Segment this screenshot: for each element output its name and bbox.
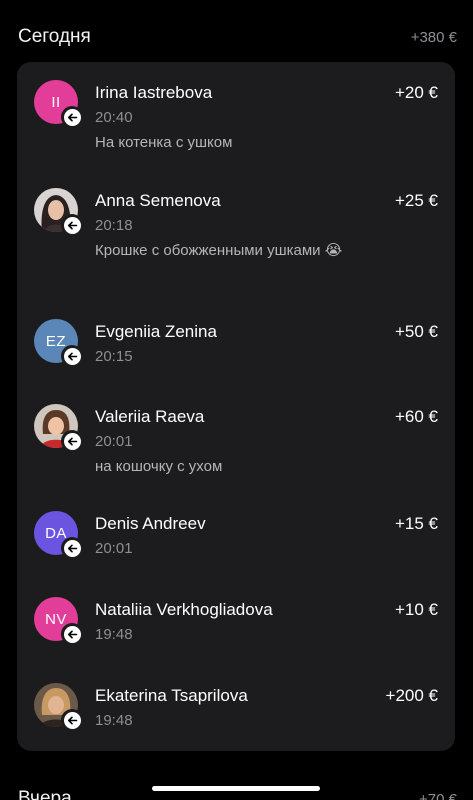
- section-title: Сегодня: [18, 26, 91, 47]
- sender-name: Denis Andreev: [95, 514, 206, 533]
- transaction-amount: +50 €: [394, 322, 438, 341]
- section-title: Вчера: [18, 788, 72, 800]
- incoming-arrow-icon: [61, 345, 83, 367]
- sender-name: Ekaterina Tsaprilova: [95, 686, 248, 705]
- transaction-time: 20:18: [95, 217, 133, 234]
- transaction-amount: +15 €: [394, 514, 438, 533]
- sender-name: Irina Iastrebova: [95, 83, 213, 102]
- home-indicator[interactable]: [152, 786, 320, 791]
- transaction-row[interactable]: Ekaterina Tsaprilova 19:48 +200 €: [17, 678, 455, 758]
- transaction-amount: +20 €: [394, 83, 438, 102]
- transaction-note: Крошке с обожженными ушками 😭: [95, 242, 343, 259]
- transactions-card: II Irina Iastrebova 20:40 На котенка с у…: [17, 62, 455, 751]
- transaction-time: 20:40: [95, 109, 133, 126]
- incoming-arrow-icon: [61, 623, 83, 645]
- incoming-arrow-icon: [61, 709, 83, 731]
- transaction-amount: +10 €: [394, 600, 438, 619]
- transaction-row[interactable]: DA Denis Andreev 20:01 +15 €: [17, 506, 455, 586]
- transaction-time: 20:15: [95, 348, 133, 365]
- incoming-arrow-icon: [61, 106, 83, 128]
- sender-name: Evgeniia Zenina: [95, 322, 217, 341]
- transaction-amount: +200 €: [385, 686, 438, 705]
- section-header-today: Сегодня +380 €: [18, 22, 457, 52]
- transaction-time: 19:48: [95, 626, 133, 643]
- section-total: +380 €: [410, 28, 457, 46]
- sender-name: Nataliia Verkhogliadova: [95, 600, 273, 619]
- incoming-arrow-icon: [61, 537, 83, 559]
- sender-name: Valeriia Raeva: [95, 407, 205, 426]
- transaction-note: На котенка с ушком: [95, 134, 233, 151]
- sender-name: Anna Semenova: [95, 191, 221, 210]
- avatar-initials: II: [51, 93, 61, 111]
- transaction-row[interactable]: Anna Semenova 20:18 Крошке с обожженными…: [17, 183, 455, 263]
- transaction-row[interactable]: II Irina Iastrebova 20:40 На котенка с у…: [17, 75, 455, 155]
- transaction-note: на кошочку с ухом: [95, 458, 223, 475]
- transaction-row[interactable]: NV Nataliia Verkhogliadova 19:48 +10 €: [17, 592, 455, 672]
- avatar-initials: EZ: [45, 332, 67, 350]
- transaction-amount: +60 €: [394, 407, 438, 426]
- section-total: +70 €: [419, 790, 457, 800]
- transaction-time: 20:01: [95, 433, 133, 450]
- transaction-time: 20:01: [95, 540, 133, 557]
- transaction-row[interactable]: EZ Evgeniia Zenina 20:15 +50 €: [17, 314, 455, 394]
- transaction-row[interactable]: Valeriia Raeva 20:01 на кошочку с ухом +…: [17, 399, 455, 479]
- incoming-arrow-icon: [61, 430, 83, 452]
- incoming-arrow-icon: [61, 214, 83, 236]
- transaction-time: 19:48: [95, 712, 133, 729]
- transaction-amount: +25 €: [394, 191, 438, 210]
